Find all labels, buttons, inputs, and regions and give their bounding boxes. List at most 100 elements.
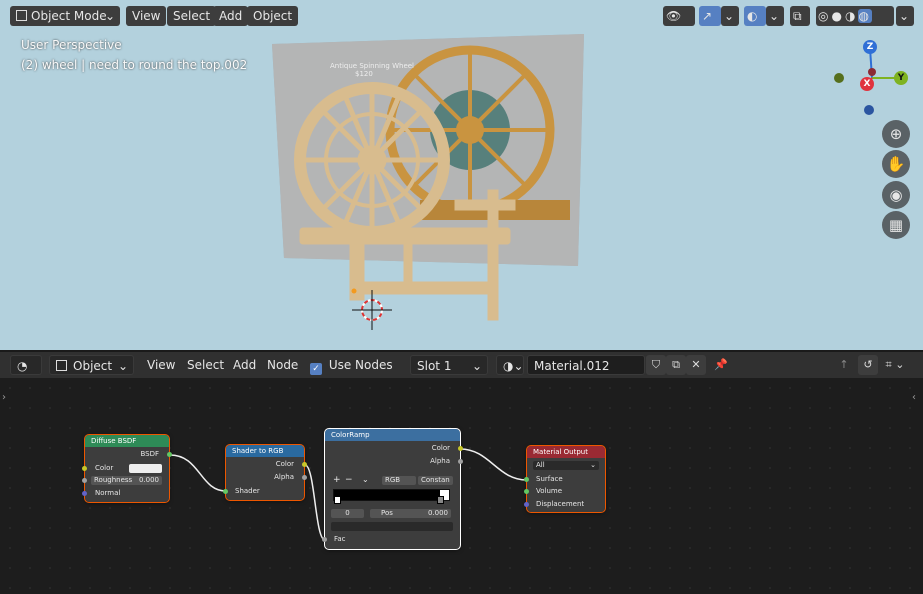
- shader-to-rgb-node[interactable]: Shader to RGB Color Alpha Shader: [223, 444, 307, 501]
- node-editor-header: ◔ ⌄ Object ⌄ View Select Add Node ✓ Use N…: [0, 352, 923, 393]
- navigation-gizmo[interactable]: Z Y X: [834, 40, 914, 120]
- bsdf-output-label: BSDF: [140, 450, 159, 458]
- remove-stop-icon[interactable]: −: [345, 475, 353, 485]
- volume-input-label: Volume: [536, 487, 563, 495]
- color-input-socket[interactable]: [82, 466, 87, 471]
- link-bsdf-shader: [169, 454, 227, 492]
- displacement-input-label: Displacement: [536, 500, 585, 508]
- fake-user-shield-icon[interactable]: ⛉: [646, 355, 666, 375]
- node-select-menu[interactable]: Select: [187, 355, 224, 375]
- node-view-menu[interactable]: View: [147, 355, 175, 375]
- alpha-output-label: Alpha: [274, 473, 294, 481]
- checkbox-checked-icon[interactable]: ✓: [310, 363, 322, 375]
- hand-icon[interactable]: ✋: [882, 150, 910, 178]
- node-editor-icon: ◔: [17, 359, 28, 373]
- 3d-viewport[interactable]: Object Mode ⌄ View Select Add Object 👁 ↗ …: [0, 0, 923, 352]
- zoom-icon[interactable]: ⊕: [882, 120, 910, 148]
- material-sphere-icon: ◑: [503, 359, 514, 373]
- roughness-input-socket[interactable]: [82, 478, 87, 483]
- neg-x-axis-icon[interactable]: [868, 68, 876, 76]
- displacement-input-socket[interactable]: [524, 502, 529, 507]
- alpha-output-socket[interactable]: [458, 459, 463, 464]
- diffuse-bsdf-node[interactable]: Diffuse BSDF BSDF Color Roughness 0.000 N…: [82, 434, 172, 503]
- roughness-value: 0.000: [138, 476, 159, 484]
- chevron-down-icon: ⌄: [513, 359, 524, 373]
- link-color-surface: [459, 448, 528, 481]
- shader-type-dropdown[interactable]: Object ⌄: [49, 355, 134, 375]
- duplicate-material-icon[interactable]: ⧉: [666, 355, 686, 375]
- use-nodes-toggle[interactable]: ✓ Use Nodes: [310, 355, 393, 375]
- z-axis-icon[interactable]: Z: [863, 40, 877, 54]
- shader-input-socket[interactable]: [223, 489, 228, 494]
- node-add-menu[interactable]: Add: [233, 355, 256, 375]
- chevron-down-icon: ⌄: [471, 359, 482, 373]
- surface-input-label: Surface: [536, 475, 563, 483]
- roughness-label: Roughness: [94, 476, 133, 484]
- neg-y-axis-icon[interactable]: [834, 73, 844, 83]
- color-output-socket[interactable]: [458, 446, 463, 451]
- color-output-label: Color: [275, 460, 294, 468]
- color-ramp-bar[interactable]: [333, 489, 450, 501]
- color-swatch[interactable]: [129, 464, 162, 473]
- object-icon: [56, 360, 67, 371]
- node-editor-canvas[interactable]: › ‹ Diffuse BSDF BSDF Color Roughness 0.0…: [0, 378, 923, 594]
- slot-label: Slot 1: [417, 359, 452, 373]
- material-name-field[interactable]: Material.012: [527, 355, 645, 375]
- fac-input-socket[interactable]: [322, 537, 327, 542]
- bsdf-output-socket[interactable]: [167, 452, 172, 457]
- volume-input-socket[interactable]: [524, 489, 529, 494]
- surface-input-socket[interactable]: [524, 477, 529, 482]
- render-target-dropdown[interactable]: All ⌄: [533, 461, 599, 470]
- alpha-output-socket[interactable]: [302, 475, 307, 480]
- material-output-node[interactable]: Material Output All ⌄ Surface Volume Disp…: [524, 445, 606, 513]
- link-color-fac: [304, 464, 326, 541]
- unlink-material-icon[interactable]: ✕: [686, 355, 706, 375]
- editor-type-dropdown[interactable]: ◔ ⌄: [10, 355, 42, 393]
- material-browse-button[interactable]: ◑⌄: [496, 355, 524, 375]
- roughness-field[interactable]: Roughness 0.000: [91, 476, 162, 485]
- color-output-socket[interactable]: [302, 462, 307, 467]
- interpolation-dropdown[interactable]: Constan: [418, 476, 453, 485]
- normal-input-socket[interactable]: [82, 491, 87, 496]
- color-label: Color: [95, 464, 114, 472]
- node-title[interactable]: Diffuse BSDF: [85, 435, 169, 447]
- ramp-stop-black[interactable]: [334, 496, 341, 504]
- parent-node-tree-icon[interactable]: ↑: [834, 355, 854, 375]
- use-nodes-label: Use Nodes: [328, 358, 393, 372]
- node-title[interactable]: Shader to RGB: [226, 445, 304, 457]
- ramp-stop-white[interactable]: [437, 496, 444, 504]
- slot-dropdown[interactable]: Slot 1 ⌄: [410, 355, 488, 375]
- chevron-down-icon: ⌄: [117, 359, 128, 373]
- chevron-down-icon: ⌄: [590, 461, 596, 469]
- snap-icon[interactable]: ↺: [858, 355, 878, 375]
- add-stop-icon[interactable]: +: [333, 475, 341, 485]
- alpha-output-label: Alpha: [430, 457, 450, 465]
- shader-type-label: Object: [73, 359, 113, 373]
- snap-element-dropdown[interactable]: ⌗ ⌄: [880, 355, 910, 375]
- node-title[interactable]: ColorRamp: [325, 429, 460, 441]
- pos-label: Pos: [381, 509, 393, 517]
- position-field[interactable]: Pos 0.000: [370, 509, 451, 518]
- scene-canvas: Antique Spinning Wheel $120: [272, 34, 584, 330]
- fac-input-label: Fac: [334, 535, 346, 543]
- grid-icon[interactable]: ▦: [882, 211, 910, 239]
- color-output-label: Color: [431, 444, 450, 452]
- neg-z-axis-icon[interactable]: [864, 105, 874, 115]
- node-menu[interactable]: Node: [267, 355, 298, 375]
- ref-image-price: $120: [355, 70, 373, 78]
- stop-index-field[interactable]: 0: [331, 509, 364, 518]
- y-axis-icon[interactable]: Y: [894, 71, 908, 85]
- node-title[interactable]: Material Output: [527, 446, 605, 458]
- color-ramp-node[interactable]: ColorRamp Color Alpha + − ⌄ RGB Constan …: [322, 428, 463, 550]
- normal-label: Normal: [95, 489, 121, 497]
- x-axis-icon[interactable]: X: [860, 77, 874, 91]
- color-mode-dropdown[interactable]: RGB: [382, 476, 416, 485]
- ramp-menu-icon[interactable]: ⌄: [362, 475, 369, 484]
- shader-input-label: Shader: [235, 487, 260, 495]
- pos-value: 0.000: [427, 509, 448, 517]
- render-target-label: All: [536, 461, 545, 469]
- pin-icon[interactable]: 📌: [711, 355, 731, 375]
- camera-icon[interactable]: ◉: [882, 181, 910, 209]
- stop-color-swatch[interactable]: [331, 522, 453, 531]
- object-origin-dot: [351, 288, 357, 294]
